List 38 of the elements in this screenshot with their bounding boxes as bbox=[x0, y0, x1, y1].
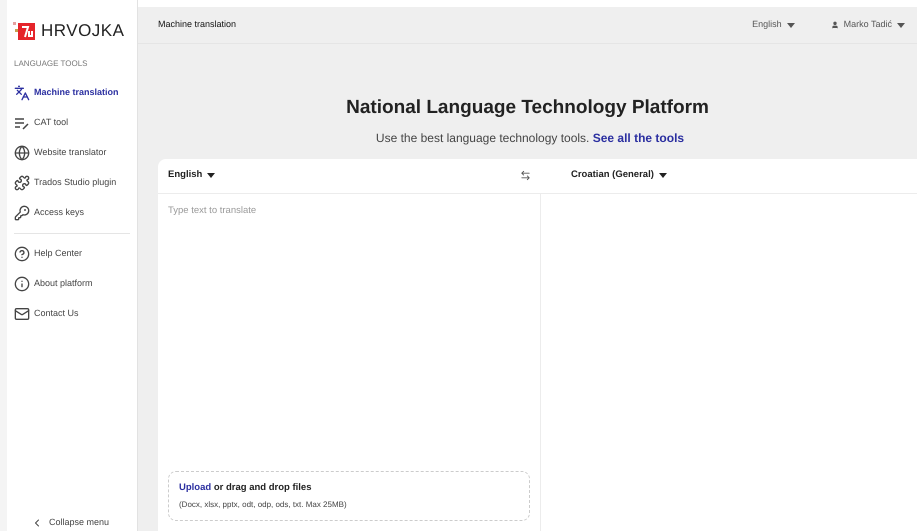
key-icon bbox=[14, 204, 30, 220]
caret-icon bbox=[897, 22, 905, 28]
hero-subtitle: Use the best language technology tools. See all the tools bbox=[376, 130, 684, 146]
sidebar-item[interactable]: Machine translation bbox=[7, 78, 137, 108]
target-language-dropdown[interactable]: Croatian (General) bbox=[571, 168, 667, 183]
upload-hint: (Docx, xlsx, pptx, odt, odp, ods, txt. Max 25MB) bbox=[179, 499, 348, 512]
language-dropdown[interactable]: English bbox=[752, 18, 795, 32]
sidebar-item[interactable]: About platform bbox=[7, 268, 137, 298]
caret-icon bbox=[658, 173, 667, 178]
user-menu[interactable]: Marko Tadić bbox=[830, 18, 905, 32]
globe-icon bbox=[14, 144, 30, 160]
translator-card[interactable]: English Croatian (General) Type text to translate Upload or drag and drop files (Docx, xlsx, pptx, odt, odp, ods, txt. Max 25MB) bbox=[158, 158, 917, 531]
sidebar-item[interactable]: Help Center bbox=[7, 238, 137, 268]
mail-icon bbox=[14, 306, 30, 322]
translate-icon bbox=[14, 84, 30, 100]
swap-icon[interactable] bbox=[520, 170, 531, 181]
caret-icon bbox=[786, 22, 795, 28]
help-icon bbox=[14, 246, 30, 262]
sidebar-item[interactable]: Website translator bbox=[7, 138, 137, 168]
caret-icon bbox=[207, 173, 216, 178]
upload-dropzone[interactable]: Upload or drag and drop files (Docx, xlsx, pptx, odt, odp, ods, txt. Max 25MB) bbox=[168, 471, 530, 521]
sidebar-item[interactable]: CAT tool bbox=[7, 108, 137, 138]
see-all-tools-link[interactable]: See all the tools bbox=[592, 130, 684, 144]
hero-title: National Language Technology Platform bbox=[346, 96, 709, 120]
upload-text: Upload or drag and drop files bbox=[179, 480, 312, 495]
brand-name: HRVOJKA bbox=[41, 20, 124, 42]
user-icon bbox=[830, 21, 839, 29]
sidebar-item[interactable]: Trados Studio plugin bbox=[7, 168, 137, 198]
upload-link[interactable]: Upload bbox=[179, 482, 212, 493]
sidebar-item[interactable]: Contact Us bbox=[7, 298, 137, 328]
logo-icon bbox=[13, 20, 35, 41]
sidebar-item[interactable]: Access keys bbox=[7, 198, 137, 228]
source-language-dropdown[interactable]: English bbox=[168, 168, 216, 183]
section-heading: LANGUAGE TOOLS bbox=[13, 58, 89, 70]
collapse-menu-button[interactable]: Collapse menu bbox=[33, 515, 110, 531]
puzzle-icon bbox=[14, 174, 30, 190]
page-title: Machine translation bbox=[158, 18, 236, 32]
info-icon bbox=[14, 276, 30, 292]
